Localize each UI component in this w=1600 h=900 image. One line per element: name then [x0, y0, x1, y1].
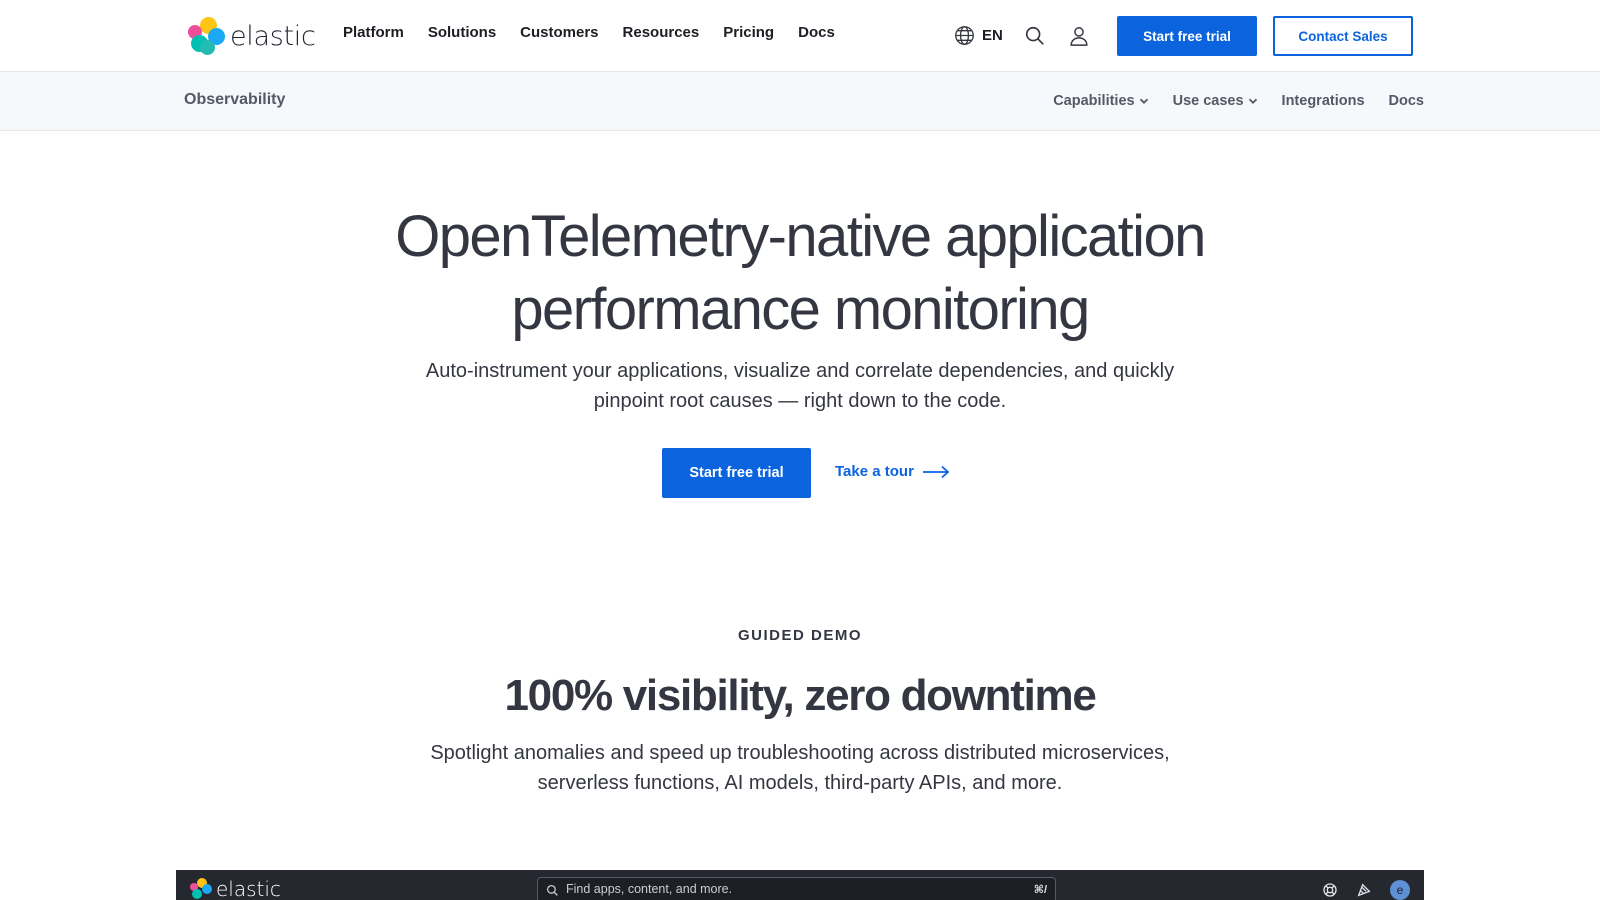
product-subnav: Observability Capabilities Use cases Int… [0, 72, 1600, 131]
hero-title-line-1: OpenTelemetry-native application [395, 204, 1206, 269]
top-navigation: elastic Platform Solutions Customers Res… [0, 0, 1600, 72]
language-selector[interactable]: EN [954, 25, 1003, 46]
menu-platform[interactable]: Platform [343, 24, 404, 41]
chevron-down-icon [1248, 98, 1257, 104]
search-icon [546, 884, 558, 896]
logo-text: elastic [230, 20, 316, 52]
demo-logo-text: elastic [216, 877, 281, 900]
subnav-item-label: Capabilities [1053, 93, 1135, 109]
menu-solutions[interactable]: Solutions [428, 24, 496, 41]
demo-search-placeholder: Find apps, content, and more. [566, 882, 733, 896]
menu-customers[interactable]: Customers [520, 24, 598, 41]
take-a-tour-label: Take a tour [835, 463, 914, 480]
newsfeed-icon[interactable] [1356, 882, 1372, 898]
subnav-item-docs[interactable]: Docs [1389, 93, 1424, 109]
subnav-menu: Capabilities Use cases Integrations Docs [1029, 93, 1424, 109]
user-icon [1070, 27, 1088, 46]
contact-sales-button[interactable]: Contact Sales [1273, 16, 1413, 56]
section-title: 100% visibility, zero downtime [504, 671, 1096, 720]
keyboard-shortcut-badge: ⌘/ [1033, 884, 1047, 896]
hero-subtitle-line-1: Auto-instrument your applications, visua… [425, 360, 1175, 382]
hero-title: OpenTelemetry-native application perform… [300, 200, 1300, 346]
section-subtitle-line-1: Spotlight anomalies and speed up trouble… [430, 742, 1170, 764]
demo-search-input[interactable]: Find apps, content, and more. ⌘/ [537, 877, 1056, 900]
subnav-item-use-cases[interactable]: Use cases [1173, 93, 1258, 109]
search-button[interactable] [1024, 25, 1046, 47]
chevron-down-icon [1139, 98, 1148, 104]
hero-start-free-trial-button[interactable]: Start free trial [662, 448, 811, 498]
menu-pricing[interactable]: Pricing [723, 24, 774, 41]
search-icon [1025, 26, 1044, 45]
subnav-item-label: Docs [1388, 93, 1424, 109]
section-eyebrow: GUIDED DEMO [737, 627, 862, 644]
section-subtitle: Spotlight anomalies and speed up trouble… [380, 738, 1220, 798]
section-subtitle-line-2: serverless functions, AI models, third-p… [537, 772, 1063, 794]
main-menu: Platform Solutions Customers Resources P… [343, 24, 859, 41]
subnav-item-label: Integrations [1281, 93, 1365, 109]
arrow-right-icon [922, 465, 950, 478]
hero-subtitle: Auto-instrument your applications, visua… [380, 356, 1220, 416]
globe-icon [955, 26, 974, 45]
help-icon[interactable] [1322, 882, 1338, 898]
demo-elastic-logo[interactable]: elastic [190, 877, 281, 900]
account-button[interactable] [1068, 25, 1090, 47]
menu-resources[interactable]: Resources [623, 24, 700, 41]
elastic-logo[interactable]: elastic [188, 17, 316, 55]
avatar[interactable]: e [1390, 880, 1410, 900]
take-a-tour-link[interactable]: Take a tour [835, 463, 950, 480]
elastic-logo-icon [188, 17, 226, 55]
hero-subtitle-line-2: pinpoint root causes — right down to the… [593, 390, 1007, 412]
start-free-trial-button[interactable]: Start free trial [1117, 16, 1257, 56]
menu-docs[interactable]: Docs [798, 24, 835, 41]
subnav-item-label: Use cases [1172, 93, 1244, 109]
subnav-item-integrations[interactable]: Integrations [1282, 93, 1365, 109]
guided-demo-app-header: elastic Find apps, content, and more. ⌘/… [176, 870, 1424, 900]
elastic-logo-icon [190, 878, 212, 900]
language-code: EN [982, 27, 1003, 44]
hero-title-line-2: performance monitoring [511, 277, 1090, 342]
subnav-title[interactable]: Observability [184, 91, 285, 109]
subnav-item-capabilities[interactable]: Capabilities [1053, 93, 1148, 109]
demo-header-icons: e [1322, 880, 1410, 900]
